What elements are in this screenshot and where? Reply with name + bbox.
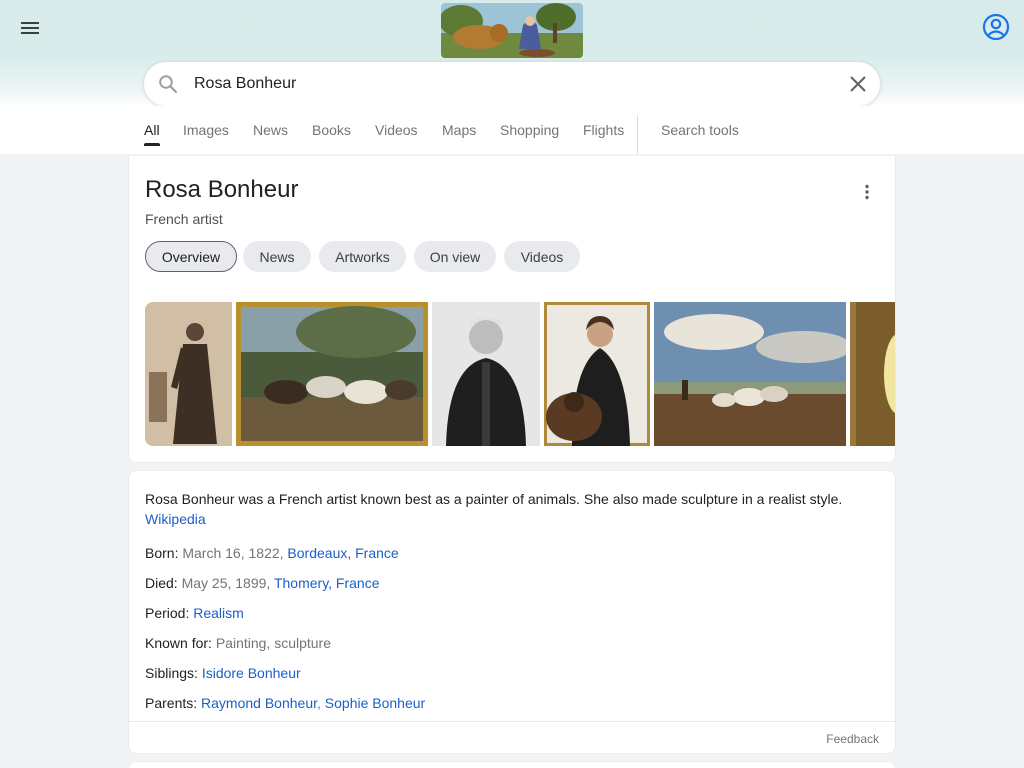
fact-value: May 25, 1899, bbox=[181, 575, 271, 591]
chip-on-view[interactable]: On view bbox=[414, 241, 496, 272]
fact-link[interactable]: Realism bbox=[193, 605, 244, 621]
tab-news[interactable]: News bbox=[253, 122, 288, 138]
next-result-card bbox=[128, 761, 896, 768]
fact-known-for: Known for: Painting, sculpture bbox=[145, 635, 331, 651]
more-options-icon[interactable] bbox=[857, 182, 877, 202]
knowledge-panel-description: Rosa Bonheur was a French artist known b… bbox=[128, 470, 896, 754]
feedback-row: Feedback bbox=[129, 721, 895, 754]
search-icon[interactable] bbox=[158, 74, 178, 94]
search-input[interactable] bbox=[194, 62, 834, 106]
image-thumbnail[interactable] bbox=[850, 302, 895, 446]
fact-label: Died: bbox=[145, 575, 178, 591]
chip-videos[interactable]: Videos bbox=[504, 241, 580, 272]
active-tab-indicator bbox=[144, 143, 160, 146]
fact-value: Painting, sculpture bbox=[215, 635, 332, 651]
tabs-divider bbox=[637, 115, 638, 154]
tab-videos[interactable]: Videos bbox=[375, 122, 418, 138]
fact-value: March 16, 1822, bbox=[182, 545, 284, 561]
tab-flights[interactable]: Flights bbox=[583, 122, 624, 138]
search-tabs-bar: All Images News Books Videos Maps Shoppi… bbox=[0, 106, 1024, 154]
entity-subtitle: French artist bbox=[145, 211, 223, 227]
fact-label: Parents: bbox=[145, 695, 198, 711]
feedback-link[interactable]: Feedback bbox=[826, 732, 879, 746]
image-thumbnail[interactable] bbox=[236, 302, 428, 446]
chip-overview[interactable]: Overview bbox=[145, 241, 237, 272]
chip-news[interactable]: News bbox=[243, 241, 311, 272]
page-title: Rosa Bonheur bbox=[145, 176, 299, 203]
image-thumbnail[interactable] bbox=[654, 302, 846, 446]
chip-artworks[interactable]: Artworks bbox=[319, 241, 406, 272]
image-thumbnail[interactable] bbox=[432, 302, 540, 446]
image-carousel bbox=[128, 288, 896, 463]
knowledge-panel-header: Rosa Bonheur French artist Overview News… bbox=[128, 156, 896, 288]
fact-link[interactable]: Isidore Bonheur bbox=[202, 665, 301, 681]
tab-all[interactable]: All bbox=[144, 122, 160, 138]
header bbox=[0, 0, 1024, 106]
tab-books[interactable]: Books bbox=[312, 122, 351, 138]
fact-label: Known for: bbox=[145, 635, 212, 651]
fact-parents: Parents: Raymond Bonheur, Sophie Bonheur bbox=[145, 695, 425, 711]
image-thumbnail[interactable] bbox=[544, 302, 650, 446]
close-icon[interactable] bbox=[848, 74, 868, 94]
tab-shopping[interactable]: Shopping bbox=[500, 122, 559, 138]
fact-born: Born: March 16, 1822, Bordeaux, France bbox=[145, 545, 399, 561]
search-box bbox=[144, 62, 880, 106]
description-text: Rosa Bonheur was a French artist known b… bbox=[145, 491, 843, 507]
fact-link[interactable]: Thomery, France bbox=[274, 575, 380, 591]
fact-link[interactable]: Raymond Bonheur bbox=[201, 695, 317, 711]
fact-separator: , bbox=[317, 695, 321, 711]
fact-link[interactable]: Sophie Bonheur bbox=[325, 695, 425, 711]
fact-died: Died: May 25, 1899, Thomery, France bbox=[145, 575, 380, 591]
tab-images[interactable]: Images bbox=[183, 122, 229, 138]
fact-label: Period: bbox=[145, 605, 190, 621]
fact-period: Period: Realism bbox=[145, 605, 244, 621]
search-tools-button[interactable]: Search tools bbox=[661, 122, 739, 138]
wikipedia-link[interactable]: Wikipedia bbox=[145, 511, 206, 527]
fact-link[interactable]: Bordeaux, France bbox=[287, 545, 398, 561]
tab-maps[interactable]: Maps bbox=[442, 122, 476, 138]
fact-siblings: Siblings: Isidore Bonheur bbox=[145, 665, 301, 681]
description-block: Rosa Bonheur was a French artist known b… bbox=[145, 489, 875, 529]
google-doodle[interactable] bbox=[441, 3, 583, 58]
fact-label: Born: bbox=[145, 545, 179, 561]
fact-label: Siblings: bbox=[145, 665, 198, 681]
hamburger-menu-icon[interactable] bbox=[14, 12, 46, 44]
image-thumbnail[interactable] bbox=[145, 302, 232, 446]
account-circle-icon[interactable] bbox=[980, 11, 1012, 43]
